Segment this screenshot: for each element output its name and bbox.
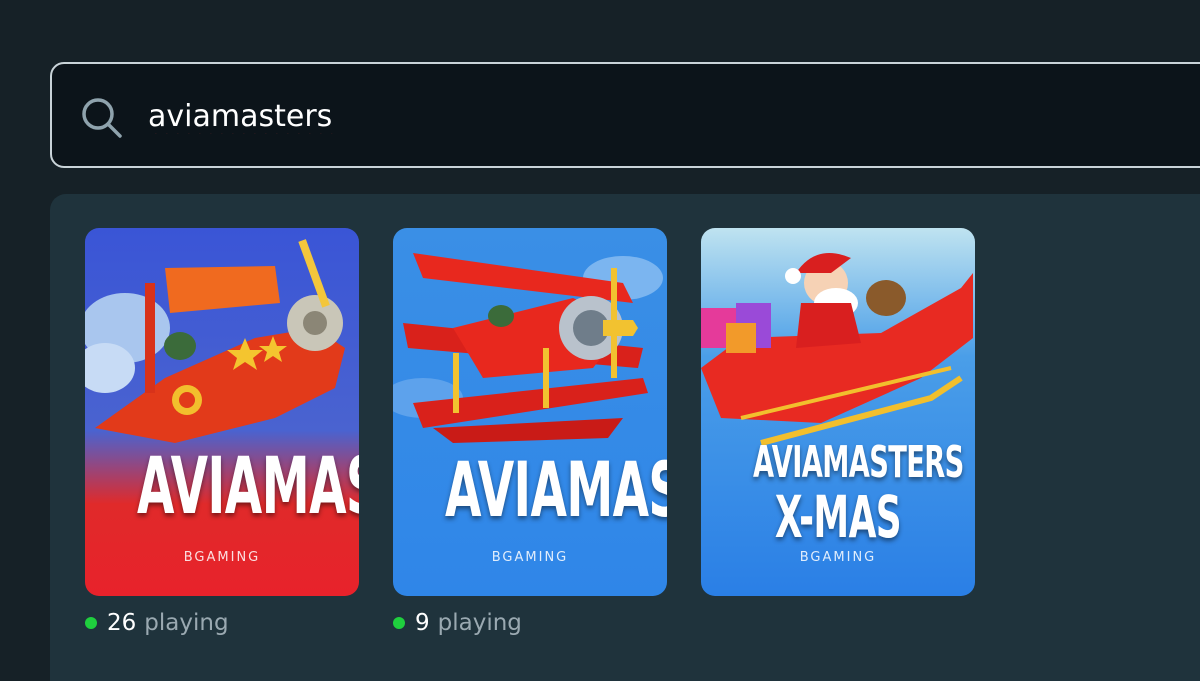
game-thumbnail bbox=[393, 228, 667, 596]
online-status-dot bbox=[393, 617, 405, 629]
game-card-aviamasters-2[interactable]: AVIAMASTERS 2 BGAMING bbox=[393, 228, 667, 596]
search-bar[interactable] bbox=[50, 62, 1200, 168]
online-status-dot bbox=[85, 617, 97, 629]
search-input[interactable] bbox=[148, 86, 1048, 146]
game-title: AVIAMASTERS 2 bbox=[445, 445, 667, 534]
game-card-aviamasters[interactable]: AVIAMASTERS BGAMING bbox=[85, 228, 359, 596]
results-panel: AVIAMASTERS BGAMING bbox=[50, 194, 1200, 681]
game-title: AVIAMASTERS bbox=[753, 437, 964, 488]
players-online-aviamasters: 26 playing bbox=[85, 610, 229, 636]
game-provider: BGAMING bbox=[799, 550, 877, 565]
game-provider: BGAMING bbox=[491, 550, 569, 565]
players-online-aviamasters-2: 9 playing bbox=[393, 610, 522, 636]
search-icon bbox=[82, 98, 122, 138]
game-provider: BGAMING bbox=[183, 550, 261, 565]
game-title: AVIAMASTERS bbox=[137, 442, 359, 532]
players-label: playing bbox=[144, 610, 229, 636]
game-thumbnail bbox=[85, 228, 359, 596]
game-card-aviamasters-xmas[interactable]: AVIAMASTERS X-MAS BGAMING bbox=[701, 228, 975, 596]
players-count: 9 bbox=[415, 610, 430, 636]
players-label: playing bbox=[437, 610, 522, 636]
game-title-line2: X-MAS bbox=[774, 483, 902, 551]
page: AVIAMASTERS BGAMING bbox=[0, 0, 1200, 681]
players-count: 26 bbox=[107, 610, 137, 636]
